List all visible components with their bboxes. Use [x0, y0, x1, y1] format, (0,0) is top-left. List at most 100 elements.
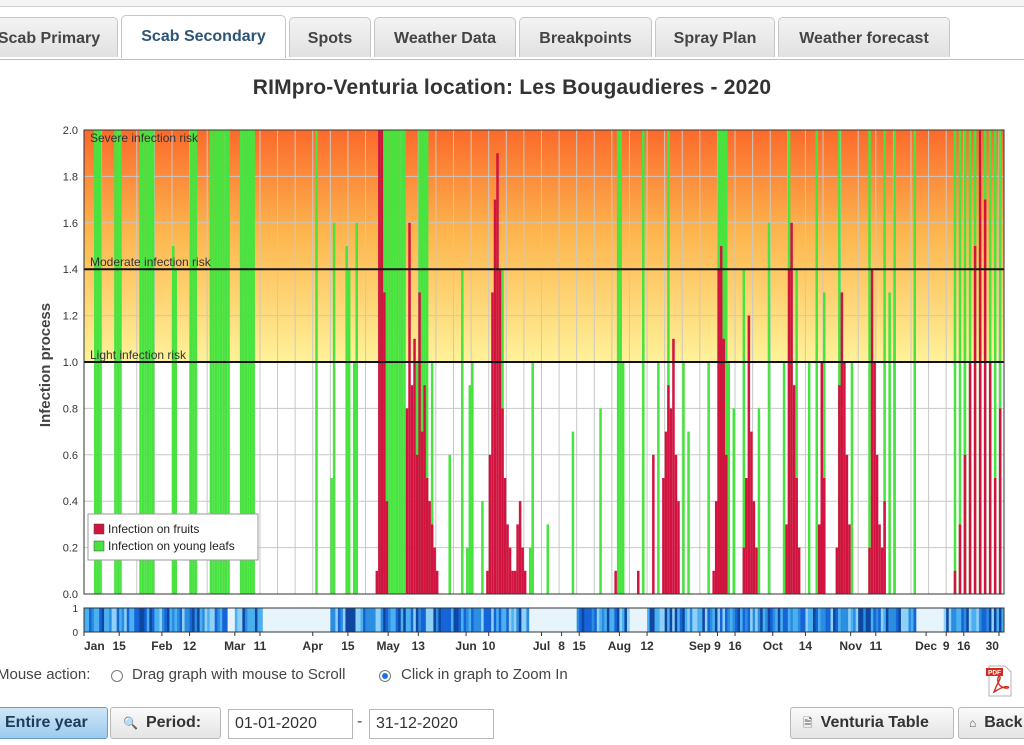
weather-strip-mark	[146, 608, 150, 632]
weather-strip-mark	[119, 608, 123, 632]
radio-click-zoom[interactable]	[379, 670, 391, 682]
fruit-infection-bar	[511, 570, 514, 594]
weather-strip-mark	[89, 608, 92, 632]
weather-strip-mark	[800, 608, 804, 632]
tab-spray-plan[interactable]: Spray Plan	[655, 17, 775, 57]
weather-strip-mark	[996, 608, 1000, 632]
x-tick-label: 15	[113, 639, 127, 653]
radio-drag-scroll[interactable]	[111, 670, 123, 682]
weather-strip-mark	[586, 608, 590, 632]
tab-weather-forecast[interactable]: Weather forecast	[778, 17, 950, 57]
weather-strip-mark	[619, 608, 623, 632]
search-icon: 🔍	[123, 716, 138, 730]
weather-strip-mark	[209, 608, 213, 632]
weather-strip-mark	[219, 608, 223, 632]
window-top-edge	[0, 0, 1024, 7]
fruit-infection-bar	[518, 501, 522, 594]
weather-strip-mark	[745, 608, 748, 632]
fruit-infection-bar	[998, 408, 1002, 594]
date-to-input[interactable]: 31-12-2020	[369, 709, 494, 739]
back-button[interactable]: ⌂ Back	[958, 707, 1024, 739]
weather-strip-mark	[983, 608, 987, 632]
weather-strip-mark	[672, 608, 676, 632]
weather-strip-mark	[340, 608, 344, 632]
weather-strip-mark	[357, 608, 361, 632]
fruit-infection-bar	[667, 385, 670, 594]
legend-swatch	[93, 523, 105, 535]
venturia-table-button[interactable]: 🗎 Venturia Table	[790, 707, 954, 739]
weather-strip-mark	[345, 608, 349, 632]
fruit-infection-bar	[883, 501, 886, 594]
weather-strip-mark	[742, 608, 746, 632]
date-from-input[interactable]: 01-01-2020	[228, 709, 353, 739]
weather-strip-mark	[792, 608, 796, 632]
weather-strip-mark	[169, 608, 173, 632]
weather-strip-mark	[177, 608, 180, 632]
weather-strip-mark	[576, 608, 580, 632]
period-button[interactable]: 🔍 Period:	[110, 707, 221, 739]
weather-strip-mark	[182, 608, 185, 632]
fruit-infection-bar	[488, 454, 492, 594]
weather-strip-mark	[961, 608, 965, 632]
option-zoom-label[interactable]: Click in graph to Zoom In	[401, 666, 568, 683]
weather-strip-mark	[820, 608, 824, 632]
fruit-infection-bar	[674, 454, 678, 594]
tab-scab-primary[interactable]: Scab Primary	[0, 17, 118, 57]
weather-strip-mark	[737, 608, 741, 632]
weather-strip-mark	[662, 608, 665, 632]
tab-breakpoints[interactable]: Breakpoints	[519, 17, 652, 57]
fruit-infection-bar	[408, 222, 411, 595]
fruit-infection-bar	[724, 454, 728, 594]
weather-strip-mark	[885, 608, 889, 632]
x-tick-label: Jul	[533, 639, 550, 653]
infection-chart[interactable]: Severe infection risk Moderate infection …	[0, 110, 1024, 670]
fruit-infection-bar	[968, 362, 972, 594]
weather-strip-mark	[194, 608, 198, 632]
leaf-infection-bar	[682, 362, 685, 594]
weather-strip-mark	[523, 608, 527, 632]
leaf-infection-bar	[757, 408, 761, 594]
x-tick-label: 30	[986, 639, 1000, 653]
leaf-infection-bar	[531, 362, 534, 594]
weather-strip-mark	[395, 608, 399, 632]
weather-strip-mark	[908, 608, 912, 632]
option-scroll-label[interactable]: Drag graph with mouse to Scroll	[132, 666, 345, 683]
weather-strip-mark	[903, 608, 907, 632]
weather-strip-mark	[647, 608, 650, 632]
fruit-infection-bar	[742, 547, 746, 594]
weather-strip-mark	[244, 608, 248, 632]
pdf-export-icon[interactable]: PDF	[986, 665, 1014, 697]
fruit-infection-bar	[418, 292, 421, 594]
fruit-infection-bar	[428, 501, 431, 594]
weather-strip-mark	[212, 608, 216, 632]
legend-box	[87, 513, 259, 561]
y-tick-label: 0.6	[63, 450, 78, 462]
leaf-infection-bar	[347, 269, 351, 594]
period-label: Period:	[145, 714, 202, 731]
weather-strip-mark	[805, 608, 809, 632]
weather-strip-mark	[810, 608, 814, 632]
tab-weather-data[interactable]: Weather Data	[374, 17, 516, 57]
tab-spots[interactable]: Spots	[289, 17, 371, 57]
x-tick-label: Jun	[455, 639, 476, 653]
entire-year-button[interactable]: Entire year	[0, 707, 108, 739]
risk-label: Light infection risk	[90, 348, 187, 362]
fruit-infection-bar	[963, 454, 967, 594]
x-tick-label: May	[376, 639, 400, 653]
weather-strip-mark	[611, 608, 615, 632]
mouse-action-label: Mouse action:	[0, 666, 91, 683]
weather-strip-mark	[408, 608, 412, 632]
tab-scab-secondary[interactable]: Scab Secondary	[121, 15, 286, 58]
leaf-infection-bar	[850, 362, 854, 594]
fruit-infection-bar	[873, 362, 876, 594]
weather-strip-mark	[428, 608, 432, 632]
weather-strip-mark	[767, 608, 771, 632]
weather-strip-mark	[835, 608, 839, 632]
document-icon: 🗎	[803, 716, 813, 730]
weather-strip-mark	[498, 608, 502, 632]
weather-strip-mark	[463, 608, 467, 632]
weather-strip-mark	[435, 608, 439, 632]
weather-strip-mark	[453, 608, 457, 632]
weather-strip-mark	[968, 608, 972, 632]
weather-strip-mark	[692, 608, 696, 632]
